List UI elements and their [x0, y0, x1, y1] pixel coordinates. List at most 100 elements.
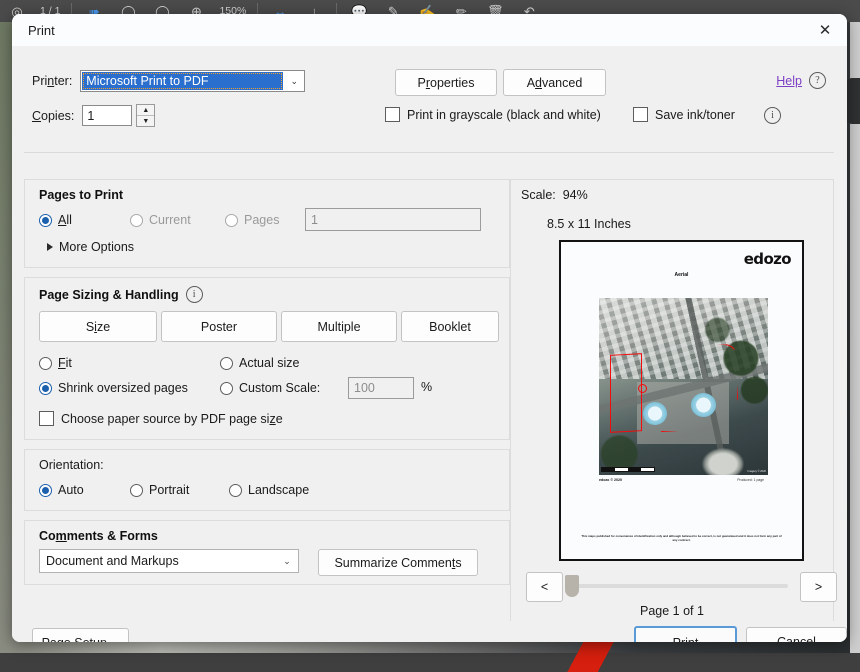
help-link[interactable]: Help	[776, 74, 802, 88]
radio-icon[interactable]	[39, 213, 52, 227]
checkbox-icon[interactable]	[633, 107, 648, 122]
radio-orientation-landscape[interactable]: Landscape	[229, 483, 309, 497]
radio-label: Custom Scale:	[239, 381, 321, 395]
orientation-label: Orientation:	[39, 458, 104, 472]
cancel-button[interactable]: Cancel	[746, 627, 847, 642]
page-preview-thumbnail[interactable]: edozo Aerial Imagery © 2020 edozo © 2020…	[559, 240, 804, 561]
preview-prev-button[interactable]: <	[526, 572, 563, 602]
chevron-down-icon[interactable]: ⌄	[276, 556, 298, 567]
chevron-down-icon[interactable]: ⌄	[284, 75, 305, 87]
property-boundary-secondary	[610, 353, 642, 433]
checkbox-icon[interactable]	[385, 107, 400, 122]
tab-poster[interactable]: Poster	[161, 311, 277, 342]
radio-actual-size[interactable]: Actual size	[220, 356, 299, 370]
page-setup-button[interactable]: Page Setup…	[32, 628, 129, 642]
advanced-button[interactable]: Advanced	[503, 69, 606, 96]
orientation-section: Orientation: Auto Portrait Landscape	[24, 449, 510, 511]
document-disclaimer: This maps published for convenience of i…	[581, 534, 782, 543]
radio-icon[interactable]	[39, 483, 52, 497]
radio-label: Current	[149, 213, 191, 227]
radio-shrink-oversized[interactable]: Shrink oversized pages	[39, 381, 188, 395]
radio-icon[interactable]	[130, 213, 143, 227]
radio-orientation-auto[interactable]: Auto	[39, 483, 84, 497]
printer-selected-value: Microsoft Print to PDF	[82, 72, 284, 90]
radio-icon[interactable]	[39, 381, 52, 395]
radio-pages-current[interactable]: Current	[130, 213, 191, 227]
checkbox-icon[interactable]	[39, 411, 54, 426]
printer-label: Printer:	[32, 74, 73, 88]
pages-range-input[interactable]: 1	[305, 208, 481, 231]
comments-forms-section: Comments & Forms Document and Markups ⌄ …	[24, 520, 510, 585]
grayscale-checkbox[interactable]: Print in grayscale (black and white)	[385, 107, 601, 122]
map-attribution: Imagery © 2020	[747, 470, 767, 473]
radio-label: All	[58, 213, 72, 227]
close-icon[interactable]: ✕	[803, 14, 847, 46]
aerial-map-image: Imagery © 2020	[599, 298, 768, 475]
radio-label: Landscape	[248, 483, 310, 497]
side-panel-tab[interactable]	[846, 78, 860, 124]
dialog-body: Printer: Microsoft Print to PDF ⌄ Proper…	[12, 46, 847, 642]
copies-row: Copies: 1 ▲ ▼	[32, 104, 156, 127]
grayscale-label: Print in grayscale (black and white)	[407, 107, 601, 122]
page-sizing-title: Page Sizing & Handling	[39, 287, 179, 302]
paper-source-checkbox[interactable]: Choose paper source by PDF page size	[39, 411, 283, 426]
radio-icon[interactable]	[39, 356, 52, 370]
pages-to-print-section: Pages to Print All Current Pages 1 More …	[24, 179, 510, 268]
stepper-up-icon[interactable]: ▲	[137, 105, 155, 116]
copies-label: Copies:	[32, 108, 75, 123]
radio-icon[interactable]	[220, 356, 233, 370]
copies-stepper[interactable]: ▲ ▼	[136, 104, 156, 127]
radio-custom-scale[interactable]: Custom Scale:	[220, 381, 320, 395]
properties-button[interactable]: Properties	[395, 69, 497, 96]
preview-paper-size: 8.5 x 11 Inches	[547, 217, 631, 231]
custom-scale-input[interactable]: 100	[348, 377, 414, 399]
document-credit: edozo © 2020	[599, 478, 623, 482]
more-options-toggle[interactable]: More Options	[47, 240, 134, 254]
tab-size-label: Size	[85, 319, 111, 334]
stepper-down-icon[interactable]: ▼	[137, 116, 154, 126]
save-ink-checkbox[interactable]: Save ink/toner	[633, 107, 735, 122]
preview-next-button[interactable]: >	[800, 572, 837, 602]
print-button[interactable]: Print	[634, 626, 737, 642]
page-sizing-title-row: Page Sizing & Handling i	[39, 286, 203, 303]
save-ink-info-icon[interactable]: i	[764, 107, 781, 124]
summarize-label: Summarize Comments	[334, 555, 462, 570]
document-credit-right: Produced: 1 page	[737, 478, 764, 482]
print-preview-pane: Scale: 94% 8.5 x 11 Inches edozo Aerial	[510, 179, 837, 622]
radio-pages-all[interactable]: All	[39, 213, 72, 227]
map-scale-bar	[601, 467, 655, 472]
chevron-right-icon	[47, 243, 53, 251]
slider-thumb[interactable]	[565, 575, 579, 597]
comments-forms-title: Comments & Forms	[39, 529, 158, 543]
preview-page-slider[interactable]	[565, 575, 788, 597]
preview-scale-text: Scale: 94%	[521, 188, 588, 202]
edozo-logo: edozo	[743, 250, 792, 268]
radio-label: Auto	[58, 483, 84, 497]
radio-fit[interactable]: Fit	[39, 356, 72, 370]
map-roundabout	[702, 448, 744, 475]
radio-icon[interactable]	[220, 381, 233, 395]
copies-input[interactable]: 1	[82, 105, 133, 126]
radio-icon[interactable]	[130, 483, 143, 497]
help-question-icon[interactable]: ?	[809, 72, 826, 89]
summarize-comments-button[interactable]: Summarize Comments	[318, 549, 478, 576]
radio-icon[interactable]	[225, 213, 238, 227]
printer-select[interactable]: Microsoft Print to PDF ⌄	[80, 70, 306, 92]
scale-label: Scale:	[521, 188, 556, 202]
tab-booklet[interactable]: Booklet	[401, 311, 499, 342]
radio-pages-range[interactable]: Pages	[225, 213, 279, 227]
save-ink-label: Save ink/toner	[655, 107, 735, 122]
pages-to-print-title: Pages to Print	[39, 188, 124, 202]
comments-forms-select[interactable]: Document and Markups ⌄	[39, 549, 299, 573]
advanced-label: Advanced	[526, 75, 583, 90]
radio-label: Actual size	[239, 356, 300, 370]
page-sizing-info-icon[interactable]: i	[185, 286, 203, 303]
radio-icon[interactable]	[229, 483, 242, 497]
tab-size[interactable]: Size	[39, 311, 157, 342]
dialog-title-bar: Print ✕	[12, 14, 847, 46]
radio-orientation-portrait[interactable]: Portrait	[130, 483, 189, 497]
property-boundary-link	[638, 384, 647, 393]
tab-multiple[interactable]: Multiple	[281, 311, 397, 342]
radio-label: Shrink oversized pages	[58, 381, 188, 395]
properties-label: Properties	[417, 75, 475, 90]
